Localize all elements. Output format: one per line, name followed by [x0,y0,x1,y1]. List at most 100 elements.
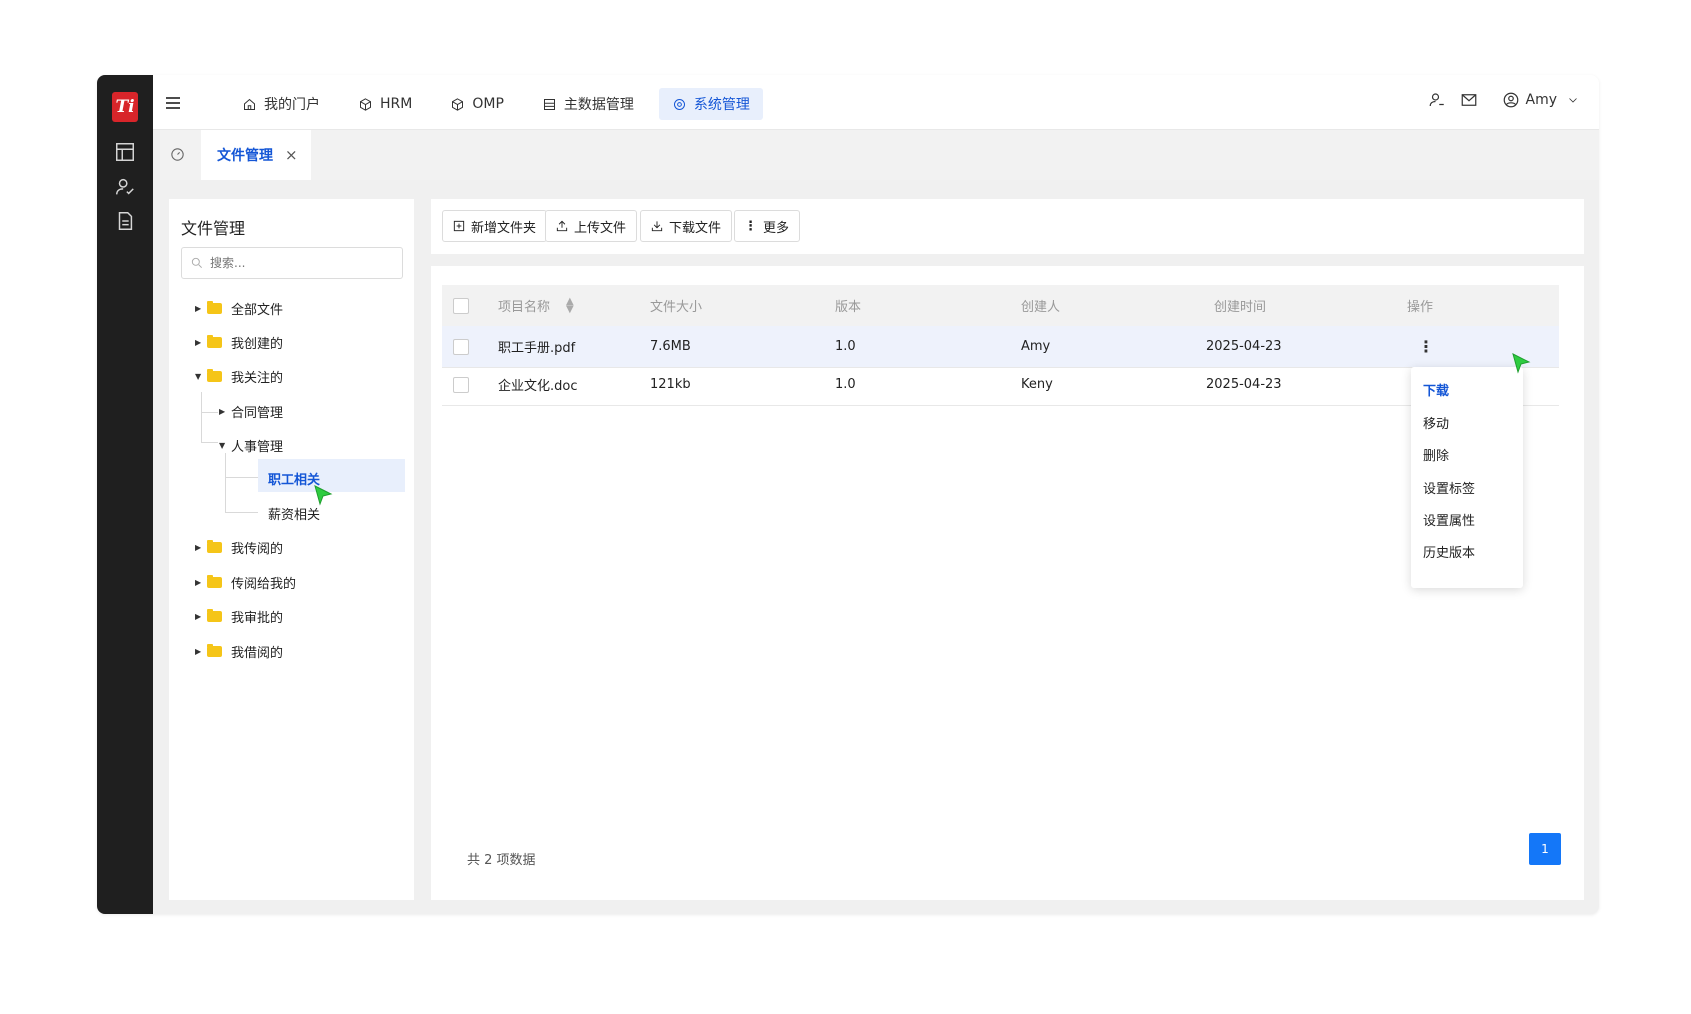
tree-guide-line [225,512,258,513]
menu-item-set-tag[interactable]: 设置标签 [1423,478,1475,497]
button-label: 上传文件 [574,220,627,236]
app-logo[interactable]: Ti [112,92,138,122]
nav-item-portal[interactable]: 我的门户 [229,88,333,120]
tree-guide-line [201,442,218,443]
upload-button[interactable]: 上传文件 [545,210,638,242]
avatar-icon [1503,92,1518,108]
menu-item-set-attributes[interactable]: 设置属性 [1423,510,1475,529]
search-icon [191,257,202,268]
tree-item-circulated[interactable]: ▶ 我传阅的 [195,532,283,562]
page-button[interactable]: 1 [1529,833,1561,865]
mail-icon[interactable] [1460,91,1478,109]
file-created: 2025-04-23 [1206,377,1282,392]
upload-icon [556,220,568,232]
nav-item-omp[interactable]: OMP [437,88,517,120]
nav-label: OMP [472,96,504,112]
file-name[interactable]: 企业文化.doc [498,364,578,405]
caret-down-icon[interactable]: ▼ [195,372,207,381]
file-name[interactable]: 职工手册.pdf [498,326,575,367]
row-checkbox[interactable] [453,376,469,393]
select-all-checkbox[interactable] [453,297,469,314]
nav-label: 我的门户 [264,97,320,113]
tree-item-contracts[interactable]: ▶ 合同管理 [219,396,283,426]
menu-item-history[interactable]: 历史版本 [1423,542,1475,561]
tree-guide-line [225,477,258,478]
document-icon[interactable] [114,210,136,232]
left-sidebar: Ti [97,75,153,914]
caret-down-icon[interactable]: ▼ [219,441,231,450]
nav-label: 主数据管理 [563,97,634,113]
cube-icon [360,97,371,111]
column-header-size: 文件大小 [650,300,703,315]
row-context-menu: 下载 移动 删除 设置标签 设置属性 历史版本 [1411,367,1523,588]
top-right-actions: Amy [1428,91,1580,109]
nav-item-system[interactable]: 系统管理 [658,88,763,120]
layout-icon[interactable] [114,141,136,163]
file-creator: Keny [1021,377,1053,392]
add-folder-icon [453,220,465,232]
file-creator: Amy [1021,339,1051,354]
column-header-name[interactable]: 项目名称 ▲ ▼ [498,285,574,326]
menu-item-move[interactable]: 移动 [1423,413,1449,432]
column-header-created: 创建时间 [1214,300,1267,315]
column-header-version: 版本 [835,300,862,315]
button-label: 下载文件 [669,220,722,236]
tree-item-hr[interactable]: ▼ 人事管理 [219,430,283,460]
download-icon [651,221,663,232]
button-label: 更多 [763,220,790,236]
tree-item-borrowed[interactable]: ▶ 我借阅的 [195,636,283,666]
table-row[interactable]: 职工手册.pdf 7.6MB 1.0 Amy 2025-04-23 ⋮ [442,326,1559,368]
row-actions-icon[interactable]: ⋮ [1418,326,1434,367]
cursor-pointer-icon [313,484,333,506]
tree-item-all-files[interactable]: ▶ 全部文件 [195,293,283,323]
tree-item-created[interactable]: ▶ 我创建的 [195,327,283,357]
user-menu[interactable]: Amy [1502,91,1580,109]
cursor-pointer-icon [1511,352,1531,374]
caret-right-icon[interactable]: ▶ [195,612,207,621]
cube-icon [452,97,464,111]
tab-bar: 文件管理 × [153,130,1599,180]
caret-right-icon[interactable]: ▶ [195,647,207,656]
file-created: 2025-04-23 [1206,339,1282,354]
new-folder-button[interactable]: 新增文件夹 [442,210,548,242]
tree-item-circulated-to-me[interactable]: ▶ 传阅给我的 [195,567,296,597]
folder-icon [207,300,222,314]
folder-icon [207,368,222,382]
tree-guide-line [201,392,202,442]
nav-item-hrm[interactable]: HRM [345,88,425,120]
button-label: 新增文件夹 [471,220,537,236]
caret-right-icon[interactable]: ▶ [219,407,231,416]
row-checkbox[interactable] [453,338,469,355]
table-icon [543,98,555,110]
tree-item-followed[interactable]: ▼ 我关注的 [195,361,283,391]
caret-right-icon[interactable]: ▶ [195,543,207,552]
file-size: 121kb [650,377,691,392]
user-check-icon[interactable] [114,176,136,198]
user-settings-icon[interactable] [1428,91,1446,109]
search-input[interactable] [210,256,390,270]
download-button[interactable]: 下载文件 [640,210,733,242]
folder-icon [207,643,222,657]
tree-item-approved[interactable]: ▶ 我审批的 [195,601,283,631]
sort-icon[interactable]: ▲ ▼ [566,296,574,314]
close-icon[interactable]: × [285,146,298,164]
panel-title: 文件管理 [181,219,246,238]
table-row[interactable]: 企业文化.doc 121kb 1.0 Keny 2025-04-23 [442,364,1559,406]
toolbar-panel: 新增文件夹 上传文件 下载文件 ⋮ 更多 [431,199,1584,254]
search-field[interactable] [181,247,403,279]
caret-right-icon[interactable]: ▶ [195,304,207,313]
more-button[interactable]: ⋮ 更多 [734,210,801,242]
column-header-actions: 操作 [1407,300,1434,315]
top-navbar: 我的门户 HRM OMP 主数据管理 系统管理 Amy [153,75,1599,130]
folder-icon [207,539,222,553]
nav-item-master-data[interactable]: 主数据管理 [529,88,647,120]
nav-label: 系统管理 [693,97,750,113]
dashboard-tab-icon[interactable] [153,130,201,179]
caret-right-icon[interactable]: ▶ [195,338,207,347]
menu-item-delete[interactable]: 删除 [1423,445,1449,464]
caret-right-icon[interactable]: ▶ [195,578,207,587]
hamburger-menu-icon[interactable] [163,93,183,113]
menu-item-download[interactable]: 下载 [1423,380,1449,399]
file-version: 1.0 [835,339,856,354]
tab-file-management[interactable]: 文件管理 × [201,130,311,180]
